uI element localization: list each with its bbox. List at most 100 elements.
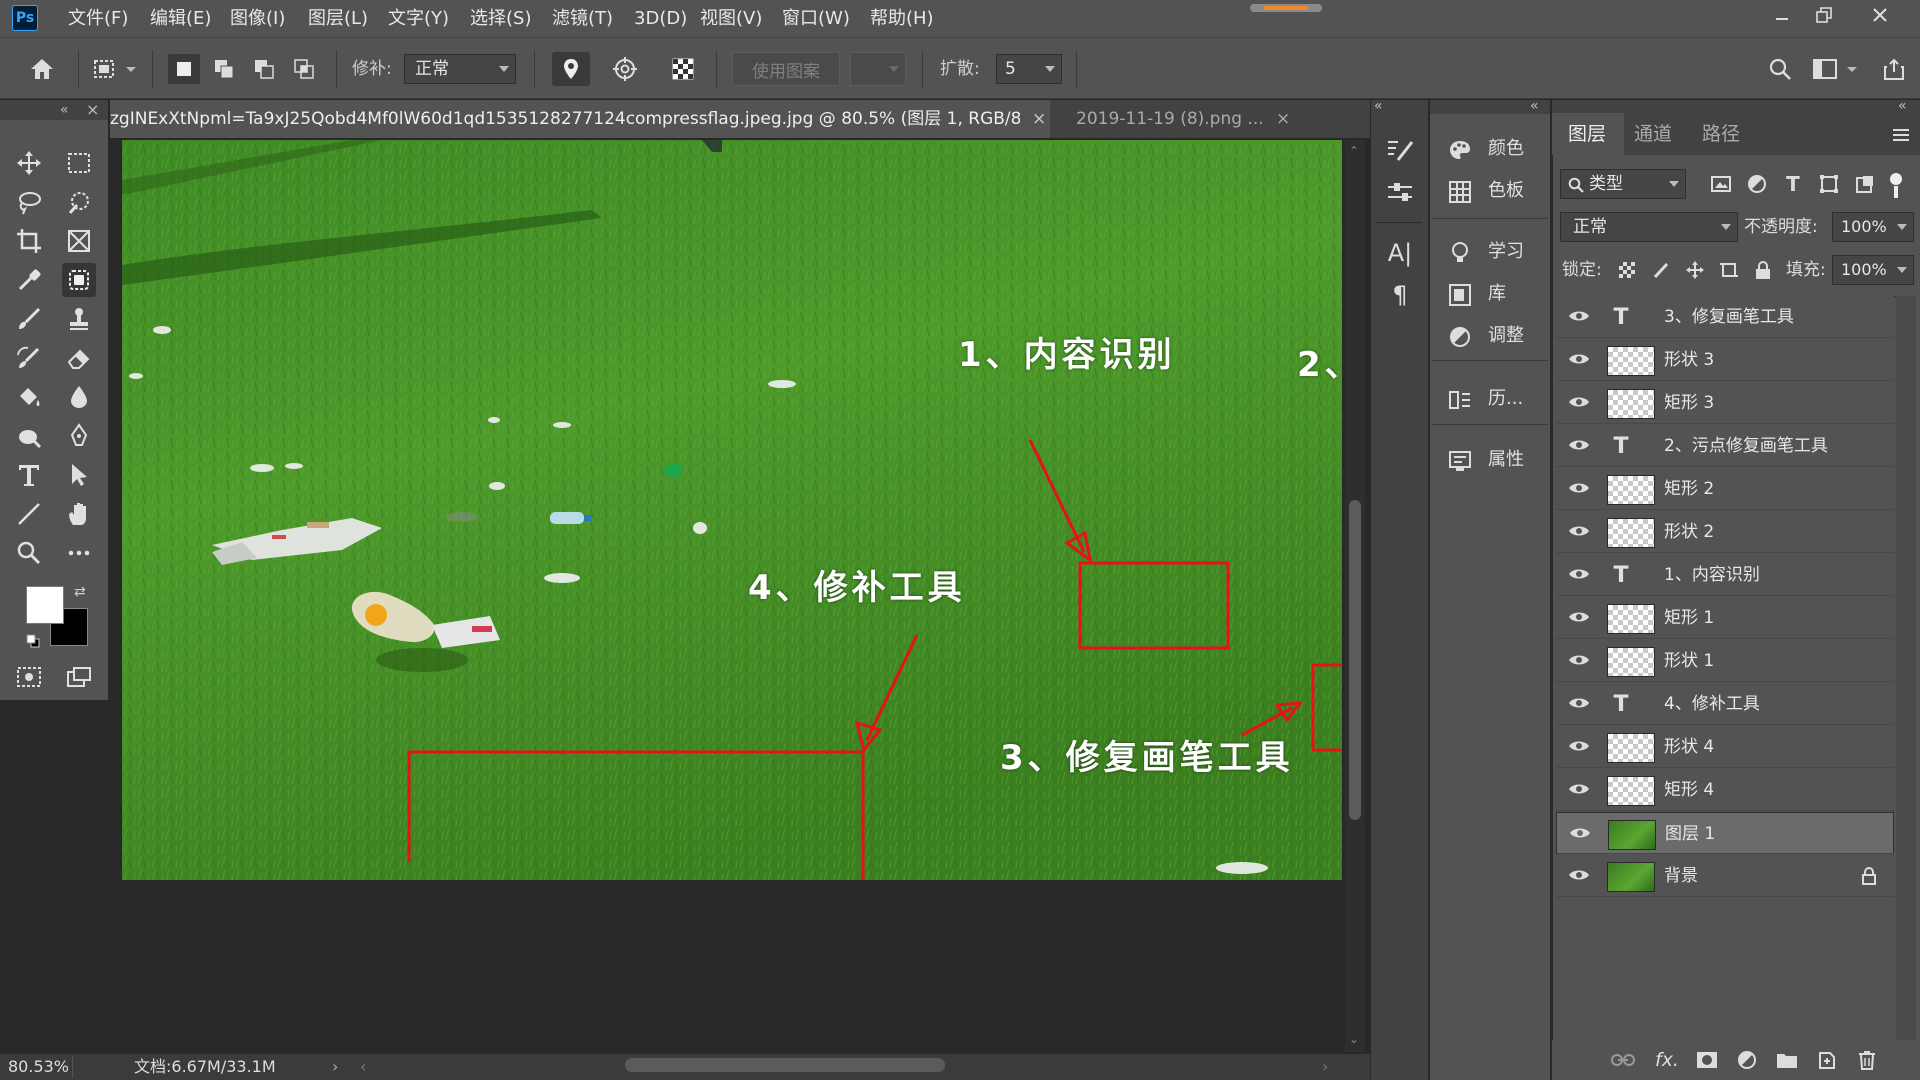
- marquee-tool-icon[interactable]: [62, 146, 96, 180]
- visibility-eye-icon[interactable]: [1568, 738, 1590, 754]
- layer-row[interactable]: T 4、修补工具: [1556, 683, 1894, 725]
- tab-paths[interactable]: 路径: [1702, 113, 1740, 155]
- layer-row[interactable]: 矩形 1: [1556, 597, 1894, 639]
- delete-layer-icon[interactable]: [1850, 1046, 1884, 1074]
- panel-libraries[interactable]: 库: [1430, 275, 1548, 313]
- opacity-input[interactable]: 100%: [1832, 212, 1914, 242]
- layers-panel-header[interactable]: [1552, 100, 1920, 114]
- filter-toggle[interactable]: [1890, 173, 1902, 185]
- dodge-tool-icon[interactable]: [12, 419, 46, 453]
- collapse-layers-icon[interactable]: «: [1898, 98, 1907, 114]
- add-to-selection-icon[interactable]: [208, 54, 240, 84]
- eyedropper-tool-icon[interactable]: [12, 263, 46, 297]
- move-tool-icon[interactable]: [12, 146, 46, 180]
- lock-all-icon[interactable]: [1750, 257, 1776, 283]
- filter-smart-object-icon[interactable]: [1850, 170, 1880, 198]
- tab-active-close-icon[interactable]: ×: [1032, 100, 1046, 138]
- diffusion-select[interactable]: 5: [996, 54, 1062, 84]
- menu-edit[interactable]: 编辑(E): [150, 0, 211, 37]
- subtract-from-selection-icon[interactable]: [248, 54, 280, 84]
- menu-help[interactable]: 帮助(H): [870, 0, 934, 37]
- panel-learn[interactable]: 学习: [1430, 233, 1548, 271]
- character-icon[interactable]: A|: [1382, 236, 1418, 270]
- scroll-up-icon[interactable]: ⌃: [1349, 144, 1359, 158]
- new-selection-icon[interactable]: [168, 54, 200, 84]
- pattern-picker[interactable]: [850, 52, 906, 86]
- menu-image[interactable]: 图像(I): [230, 0, 285, 37]
- scroll-right-icon[interactable]: ›: [1322, 1054, 1328, 1080]
- menu-file[interactable]: 文件(F): [68, 0, 128, 37]
- layer-row[interactable]: T 2、污点修复画笔工具: [1556, 425, 1894, 467]
- blend-mode-select[interactable]: 正常: [1560, 212, 1738, 242]
- workspace-grip[interactable]: [1250, 4, 1322, 12]
- menu-view[interactable]: 视图(V): [700, 0, 762, 37]
- restore-icon[interactable]: [1804, 0, 1844, 30]
- layer-filter-select[interactable]: 类型: [1560, 169, 1686, 199]
- line-tool-icon[interactable]: [12, 497, 46, 531]
- document-canvas[interactable]: 1、内容识别 2、 4、修补工具 3、修复画笔工具: [122, 140, 1342, 880]
- visibility-eye-icon[interactable]: [1569, 825, 1591, 841]
- horizontal-scrollbar-thumb[interactable]: [625, 1058, 945, 1072]
- layer-row[interactable]: 形状 4: [1556, 726, 1894, 768]
- layer-row-selected[interactable]: 图层 1: [1556, 812, 1894, 854]
- visibility-eye-icon[interactable]: [1568, 695, 1590, 711]
- visibility-eye-icon[interactable]: [1568, 781, 1590, 797]
- visibility-eye-icon[interactable]: [1568, 351, 1590, 367]
- use-pattern-button[interactable]: 使用图案: [732, 52, 840, 86]
- layer-row[interactable]: 矩形 2: [1556, 468, 1894, 510]
- brush-tool-icon[interactable]: [12, 302, 46, 336]
- zoom-tool-icon[interactable]: [12, 536, 46, 570]
- visibility-eye-icon[interactable]: [1568, 867, 1590, 883]
- pen-tool-icon[interactable]: [62, 419, 96, 453]
- menu-type[interactable]: 文字(Y): [388, 0, 449, 37]
- eraser-tool-icon[interactable]: [62, 341, 96, 375]
- lasso-tool-icon[interactable]: [12, 185, 46, 219]
- intersect-selection-icon[interactable]: [288, 54, 320, 84]
- close-window-icon[interactable]: [1860, 0, 1900, 30]
- foreground-color-swatch[interactable]: [26, 586, 64, 624]
- layer-row[interactable]: 背景: [1556, 855, 1894, 897]
- brush-settings-icon[interactable]: [1382, 134, 1418, 168]
- frame-tool-icon[interactable]: [62, 224, 96, 258]
- path-selection-tool-icon[interactable]: [62, 458, 96, 492]
- panel-adjustments[interactable]: 调整: [1430, 317, 1548, 355]
- scroll-left-icon[interactable]: ‹: [360, 1054, 366, 1080]
- layer-row[interactable]: 矩形 4: [1556, 769, 1894, 811]
- collapse-icon[interactable]: «: [60, 102, 69, 118]
- panel-menu-icon[interactable]: [1888, 122, 1914, 148]
- lock-position-icon[interactable]: [1682, 257, 1708, 283]
- filter-adjustment-icon[interactable]: [1742, 170, 1772, 198]
- destination-mode-icon[interactable]: [606, 52, 644, 86]
- visibility-eye-icon[interactable]: [1568, 609, 1590, 625]
- layer-row[interactable]: 矩形 3: [1556, 382, 1894, 424]
- blur-tool-icon[interactable]: [62, 380, 96, 414]
- minimize-icon[interactable]: [1762, 0, 1802, 30]
- visibility-eye-icon[interactable]: [1568, 480, 1590, 496]
- layer-style-icon[interactable]: fx.: [1650, 1046, 1684, 1074]
- patch-tool-icon[interactable]: [62, 263, 96, 297]
- lock-pixels-icon[interactable]: [1648, 257, 1674, 283]
- collapse-mid-icon[interactable]: «: [1530, 98, 1539, 114]
- swap-colors-icon[interactable]: ⇄: [74, 584, 86, 600]
- transparent-checker-icon[interactable]: [664, 52, 702, 86]
- layer-row[interactable]: 形状 2: [1556, 511, 1894, 553]
- screen-mode-icon[interactable]: [62, 660, 96, 694]
- visibility-eye-icon[interactable]: [1568, 394, 1590, 410]
- fill-input[interactable]: 100%: [1832, 255, 1914, 285]
- panel-color[interactable]: 颜色: [1430, 130, 1548, 168]
- add-mask-icon[interactable]: [1690, 1046, 1724, 1074]
- layer-row[interactable]: 形状 3: [1556, 339, 1894, 381]
- panel-properties[interactable]: 属性: [1430, 441, 1548, 479]
- tab-inactive-close-icon[interactable]: ×: [1276, 100, 1290, 138]
- lock-artboard-icon[interactable]: [1716, 257, 1742, 283]
- more-tools-icon[interactable]: [62, 536, 96, 570]
- lock-transparent-icon[interactable]: [1614, 257, 1640, 283]
- tab-channels[interactable]: 通道: [1634, 113, 1672, 155]
- panel-history[interactable]: 历...: [1430, 380, 1548, 418]
- filter-type-icon[interactable]: T: [1778, 170, 1808, 198]
- status-menu-arrow-icon[interactable]: ›: [332, 1054, 338, 1080]
- search-icon[interactable]: [1762, 52, 1798, 86]
- visibility-eye-icon[interactable]: [1568, 652, 1590, 668]
- expand-dock-icon[interactable]: «: [1374, 98, 1383, 114]
- scroll-down-icon[interactable]: ⌄: [1349, 1032, 1359, 1046]
